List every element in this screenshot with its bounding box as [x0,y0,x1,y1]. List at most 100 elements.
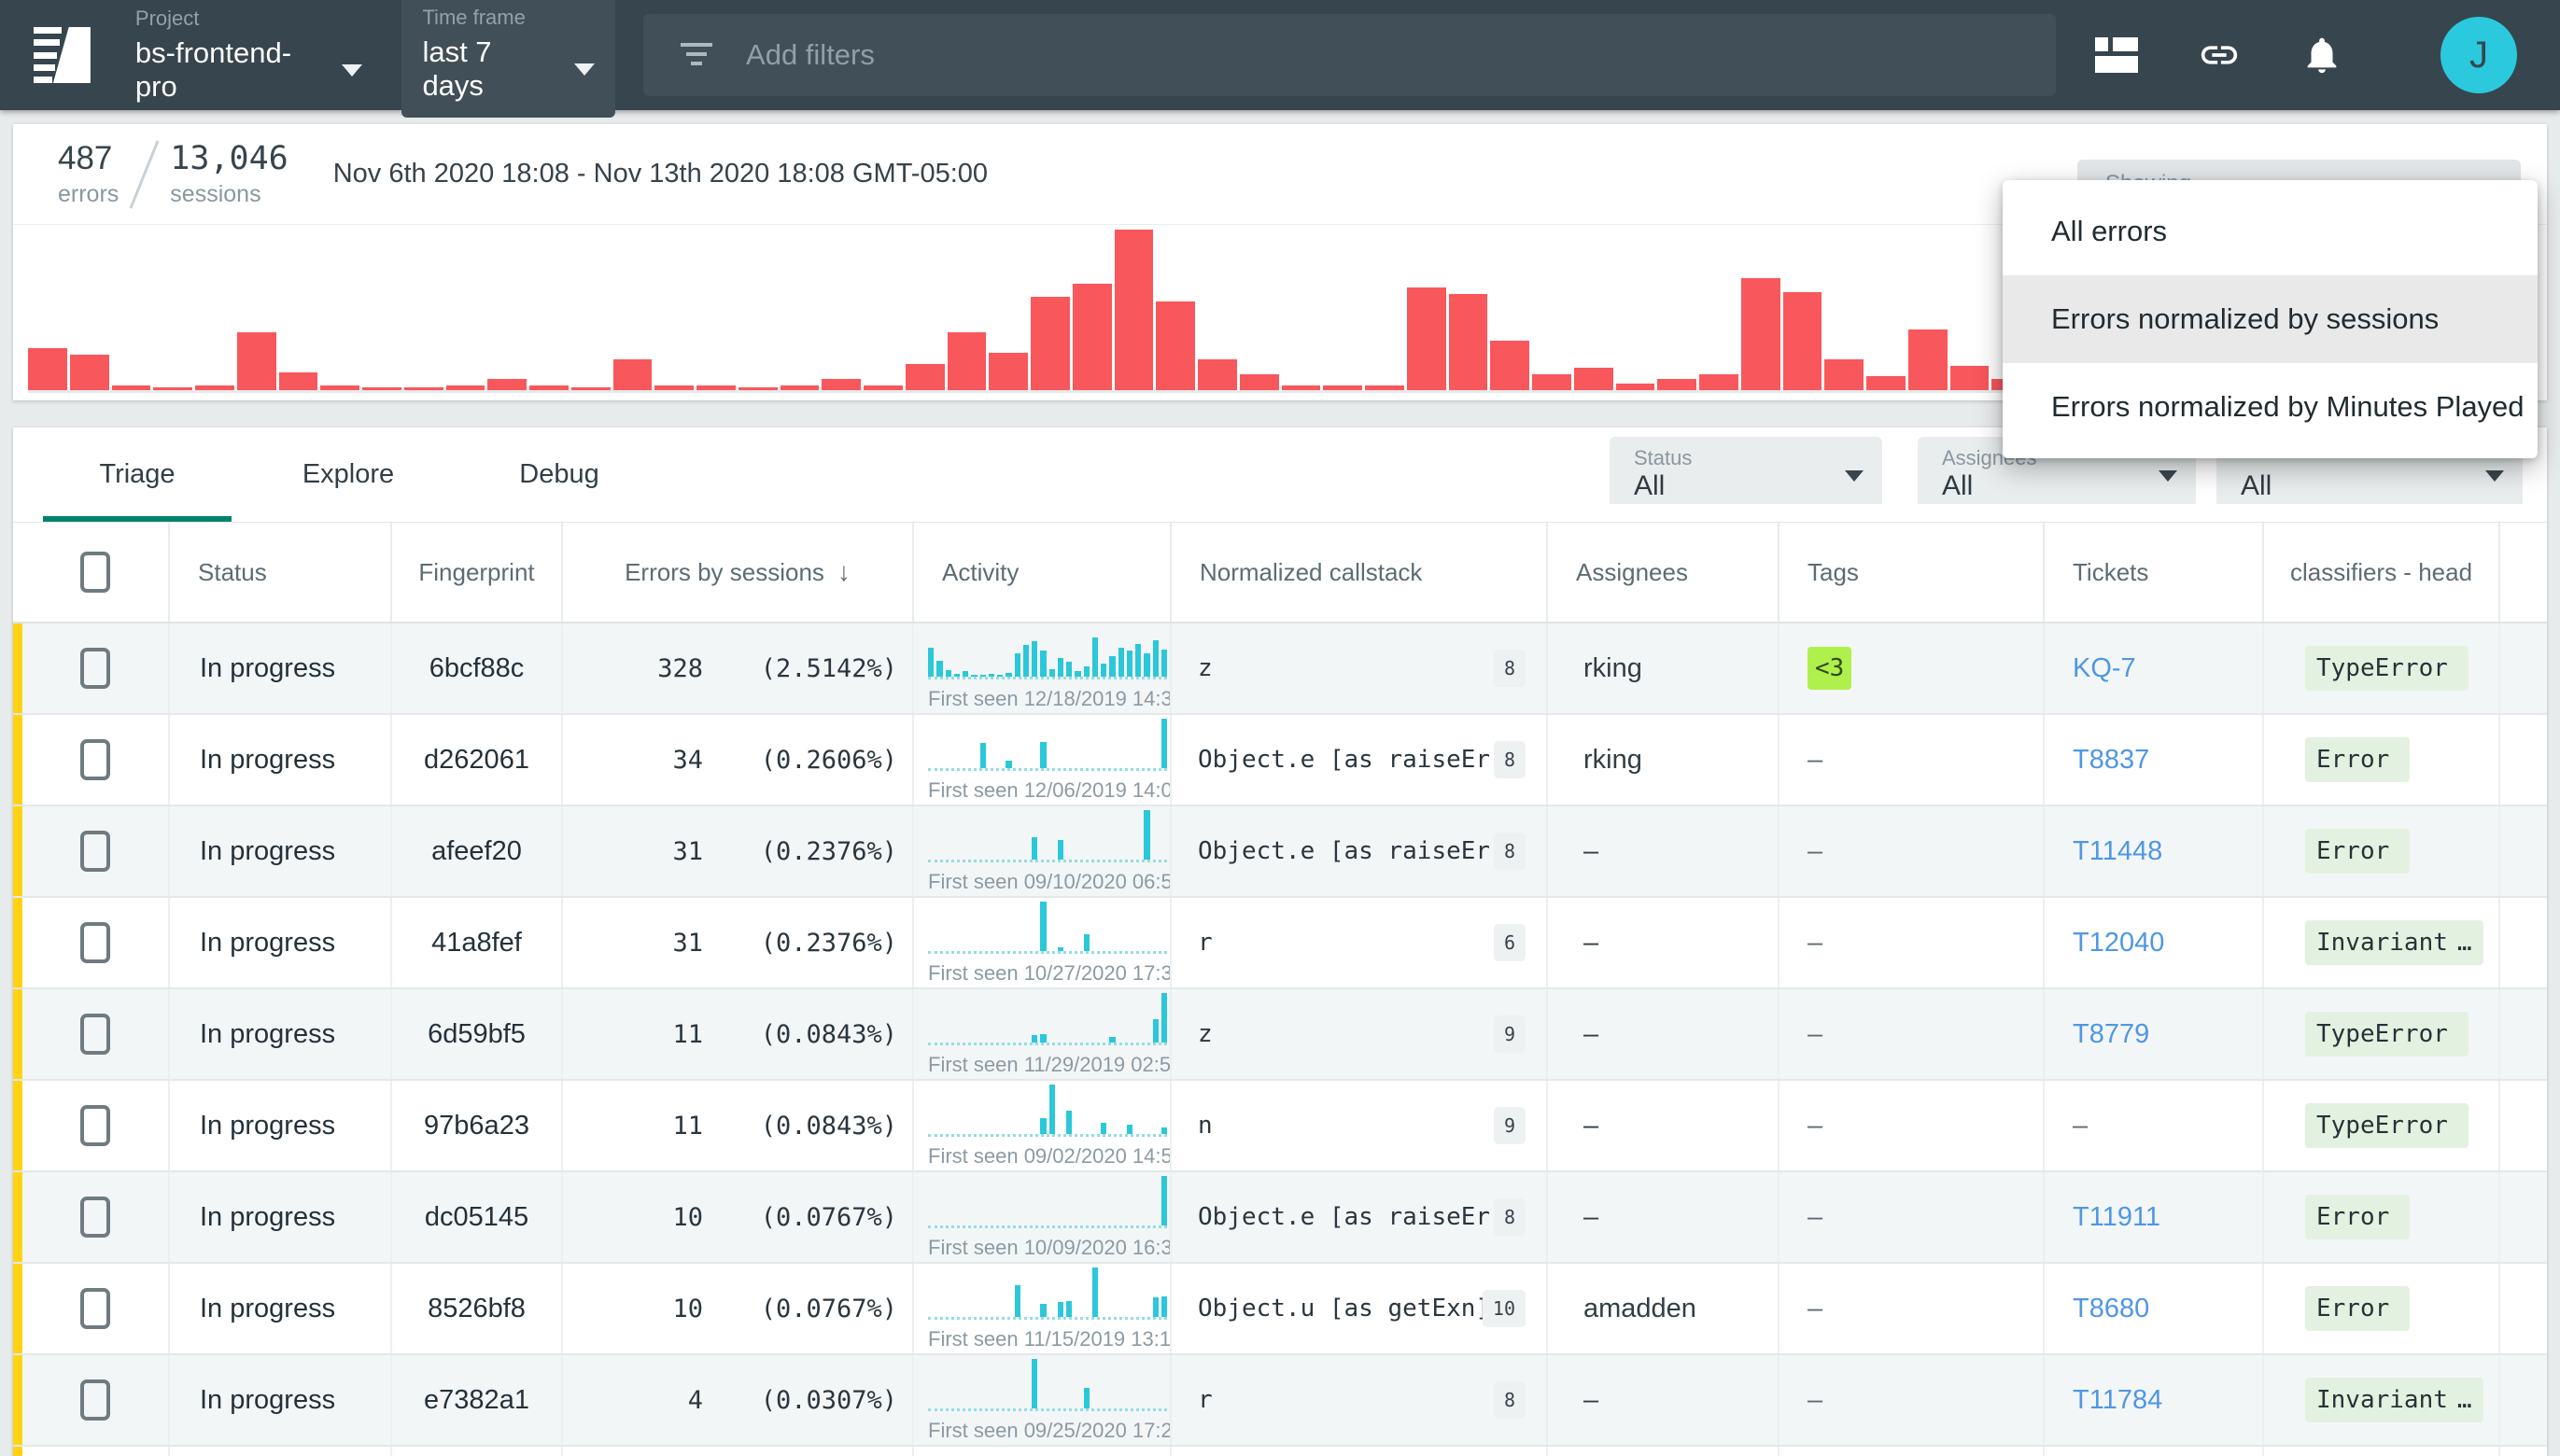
frames-badge: 9 [1494,1015,1526,1053]
ticket-link[interactable]: T11448 [2073,836,2162,867]
status-cell [170,1447,392,1456]
row-checkbox[interactable] [80,739,110,780]
activity-sparkline [928,625,1167,679]
fingerprint-cell[interactable]: 8526bf8 [392,1264,563,1353]
table-row[interactable]: In progress 97b6a23 11 (0.0843%) First s… [13,1081,2547,1172]
showing-menu-item[interactable]: All errors [2003,188,2538,275]
app-logo-icon[interactable] [34,25,91,85]
row-checkbox[interactable] [80,1197,110,1238]
classifier-chip: Error [2305,1195,2410,1239]
row-checkbox[interactable] [80,1014,110,1055]
header-activity[interactable]: Activity [914,523,1172,622]
chart-bar [1407,287,1446,390]
row-checkbox[interactable] [80,648,110,689]
fingerprint-cell[interactable]: afeef20 [392,806,563,896]
chart-bar [320,385,359,390]
row-checkbox[interactable] [80,1288,110,1329]
errors-sessions-ratio: 487 errors 13,046 sessions [58,138,288,211]
header-select-all[interactable] [22,523,170,622]
row-checkbox[interactable] [80,922,110,963]
chart-bar [1908,329,1948,390]
tag-chip: – [1807,928,1822,959]
chart-bar [571,387,611,390]
chevron-down-icon [574,63,595,76]
tag-chip: – [1807,1202,1822,1233]
tag-chip: – [1807,1111,1822,1141]
row-status-stripe [13,1172,22,1262]
row-checkbox[interactable] [80,1379,110,1421]
callstack-cell: r 6 [1172,898,1548,987]
bell-icon[interactable] [2300,34,2343,77]
tab-triage[interactable]: Triage [32,427,243,522]
ticket-link[interactable]: – [2073,1111,2088,1141]
chart-bar [404,387,443,390]
table-row[interactable]: In progress e7382a1 4 (0.0307%) First se… [13,1355,2547,1447]
user-avatar[interactable]: J [2440,17,2517,93]
classifier-chip: Invariant … [2305,920,2483,965]
table-row[interactable]: In progress d262061 34 (0.2606%) First s… [13,715,2547,806]
ticket-link[interactable]: T8779 [2073,1019,2149,1050]
add-filters-input[interactable]: Add filters [643,14,2056,96]
table-row[interactable]: In progress 6bcf88c 328 (2.5142%) First … [13,623,2547,715]
callstack-cell: Object.e [as raiseErro… 8 [1172,715,1548,805]
tab-debug[interactable]: Debug [454,427,665,522]
status-filter-select[interactable]: Status All [1610,437,1882,504]
tags-cell: – [1779,989,2045,1079]
timeframe-selector[interactable]: Time frame last 7 days [401,0,615,118]
header-tags[interactable]: Tags [1779,523,2045,622]
row-checkbox[interactable] [80,831,110,872]
header-status[interactable]: Status [170,523,392,622]
table-row[interactable]: In progress 8526bf8 10 (0.0767%) First s… [13,1264,2547,1355]
fingerprint-cell[interactable]: 97b6a23 [392,1081,563,1170]
errors-by-sessions-cell: 328 (2.5142%) [563,623,914,713]
ticket-link[interactable]: T8680 [2073,1294,2149,1324]
tags-cell: – [1779,806,2045,896]
tab-explore[interactable]: Explore [243,427,454,522]
table-row[interactable] [13,1447,2547,1456]
fingerprint-cell[interactable]: 41a8fef [392,898,563,987]
ticket-link[interactable]: T8837 [2073,745,2149,776]
ticket-link[interactable]: T12040 [2073,928,2164,959]
ticket-link[interactable]: T11911 [2073,1202,2160,1233]
fingerprint-cell[interactable]: e7382a1 [392,1355,563,1445]
fingerprint-cell[interactable]: d262061 [392,715,563,805]
ticket-link[interactable]: T11784 [2073,1385,2162,1416]
header-errors-by-sessions[interactable]: Errors by sessions ↓ [563,523,914,622]
project-selector[interactable]: Project bs-frontend-pro [135,7,363,104]
table-row[interactable]: In progress 6d59bf5 11 (0.0843%) First s… [13,989,2547,1081]
tag-chip: – [1807,745,1822,776]
header-tickets[interactable]: Tickets [2045,523,2264,622]
classifier-chip: TypeError [2305,1012,2469,1057]
table-row[interactable]: In progress dc05145 10 (0.0767%) First s… [13,1172,2547,1264]
chart-bar [948,332,987,390]
frames-badge: 8 [1494,1381,1526,1419]
fingerprint-cell[interactable]: 6bcf88c [392,623,563,713]
assignees-cell: rking [1548,623,1779,713]
row-checkbox[interactable] [80,1105,110,1146]
header-assignees[interactable]: Assignees [1548,523,1779,622]
showing-menu-item[interactable]: Errors normalized by Minutes Played [2003,363,2538,451]
link-icon[interactable] [2198,34,2241,77]
activity-cell: First seen 09/02/2020 14:51 [914,1081,1172,1170]
status-cell: In progress [170,1172,392,1262]
ticket-link[interactable]: KQ-7 [2073,653,2136,684]
select-all-checkbox[interactable] [80,552,110,593]
callstack-cell: z 9 [1172,989,1548,1079]
header-fingerprint[interactable]: Fingerprint [392,523,563,622]
callstack-text: Object.e [as raiseErro… [1198,837,1494,865]
fingerprint-cell[interactable]: 6d59bf5 [392,989,563,1079]
dashboard-layout-icon[interactable] [2095,34,2138,77]
fingerprint-cell[interactable]: dc05145 [392,1172,563,1262]
errors-by-sessions-cell: 34 (0.2606%) [563,715,914,805]
fingerprint-cell[interactable] [392,1447,563,1456]
errors-by-sessions-cell: 11 (0.0843%) [563,1081,914,1170]
callstack-text: Object.u [as getExn] [1198,1295,1483,1323]
showing-menu-item[interactable]: Errors normalized by sessions [2003,275,2538,363]
header-classifiers[interactable]: classifiers - head [2264,523,2500,622]
header-normalized-callstack[interactable]: Normalized callstack [1172,523,1548,622]
table-body: In progress 6bcf88c 328 (2.5142%) First … [13,623,2547,1456]
table-row[interactable]: In progress afeef20 31 (0.2376%) First s… [13,806,2547,898]
table-row[interactable]: In progress 41a8fef 31 (0.2376%) First s… [13,898,2547,989]
classifiers-cell: TypeError [2264,1081,2500,1170]
chart-bar [1657,379,1696,390]
